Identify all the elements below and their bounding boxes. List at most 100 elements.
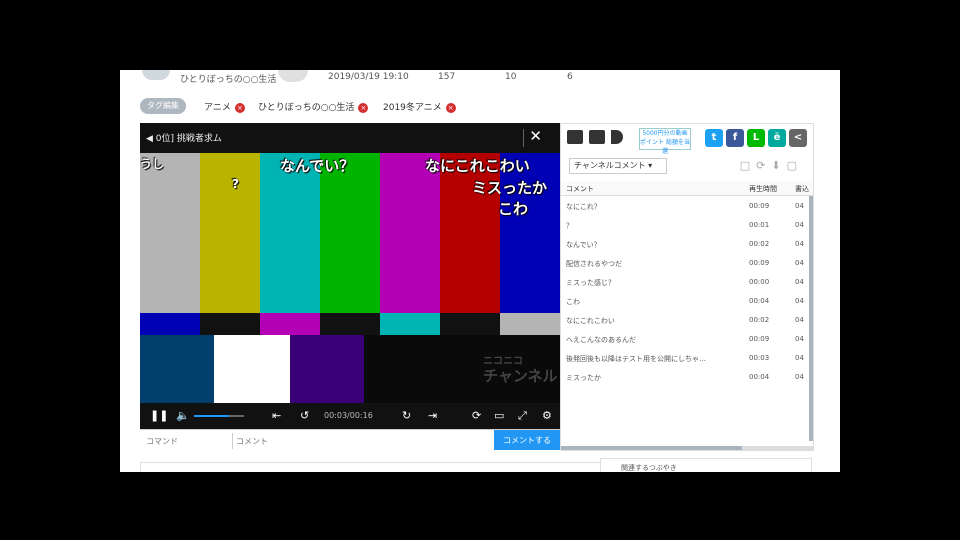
row-playback: 00:02 [749,240,770,248]
table-row[interactable]: なんでい？ 00:02 04 [561,235,813,254]
point-campaign-button[interactable]: 5000円分の動画ポイント 総額を当選 [639,128,691,155]
comment-toggle-icon[interactable]: ▭ [494,409,504,422]
tag-item[interactable]: ひとりぼっちの○○生活 × [258,100,369,113]
column-posted[interactable]: 書込 [795,184,809,194]
folder-add-icon[interactable] [589,130,605,144]
channel-avatar[interactable] [142,70,170,80]
playback-time: 00:03/00:16 [324,411,373,420]
overlay-comment: うし [140,157,165,171]
row-comment: へえこんなのあるんだ [566,336,636,344]
row-playback: 00:09 [749,202,770,210]
panel-toolbar: 5000円分の動画ポイント 総額を当選 t f L ё < [561,124,813,155]
row-posted: 04 [795,297,804,305]
comment-input[interactable] [234,433,488,449]
overlay-comment: なんでい？ [280,157,355,175]
table-row[interactable]: 後発回後も以降はテスト用を公開にしちゃ… 00:03 04 [561,349,813,368]
table-row[interactable]: ミスった感じ？ 00:00 04 [561,273,813,292]
pause-icon[interactable]: ❚❚ [150,409,168,422]
row-playback: 00:03 [749,354,770,362]
other-share-icon[interactable]: ё [768,129,786,147]
column-playback[interactable]: 再生時間 [749,184,777,194]
channel-name[interactable]: ひとりぼっちの○○生活 [180,72,276,85]
overlay-comment: こわ [498,200,529,218]
column-comment[interactable]: コメント [566,184,594,194]
overlay-comment: ミスったか [472,179,548,197]
fullscreen-icon[interactable]: ⤢ [518,409,527,423]
rewind-icon[interactable]: ↺ [300,409,309,422]
watch-page: ひとりぼっちの○○生活 2019/03/19 19:10 157 10 6 タグ… [120,70,840,472]
chat-icon[interactable]: ▢ [787,159,803,172]
video-player[interactable]: ◀ 0位] 挑戦者求ム ✕ なんでい？ ? なにこれこわい ミスったか こわ う… [140,123,560,450]
command-input[interactable] [144,433,233,449]
share-icon[interactable]: < [789,129,807,147]
send-comment-button[interactable]: コメントする [494,430,560,450]
niconico-channel-logo: ニコニコ チャンネル [483,356,558,385]
comment-list: なにこれ？ 00:09 04？ 00:01 04 なんでい？ 00:02 04 配信されるやつだ… [561,197,813,387]
row-posted: 04 [795,259,804,267]
tag-remove-icon[interactable]: × [358,102,369,113]
row-comment: なんでい？ [566,241,601,249]
twitter-icon[interactable]: t [705,129,723,147]
row-playback: 00:04 [749,373,770,381]
comment-source-select[interactable]: チャンネルコメント ▾ [569,158,667,174]
skip-end-icon[interactable]: ⇥ [428,409,437,422]
announce-icon[interactable] [611,130,623,144]
player-header: ◀ 0位] 挑戦者求ム ✕ [140,123,560,153]
folder-icon[interactable] [567,130,583,144]
related-tweets-panel: 関連するつぶやき [600,458,812,472]
mylist-count: 6 [567,72,573,82]
tag-item[interactable]: アニメ × [204,100,245,113]
comment-panel: 5000円分の動画ポイント 総額を当選 t f L ё < チャンネルコメント … [560,123,814,451]
list-icon[interactable]: □ [740,159,756,172]
row-playback: 00:00 [749,278,770,286]
close-icon[interactable]: ✕ [529,127,542,145]
download-icon[interactable]: ⬇ [771,159,786,172]
row-posted: 04 [795,373,804,381]
table-row[interactable]: ？ 00:01 04 [561,216,813,235]
table-row[interactable]: こわ 00:04 04 [561,292,813,311]
table-row[interactable]: へえこんなのあるんだ 00:09 04 [561,330,813,349]
line-icon[interactable]: L [747,129,765,147]
row-posted: 04 [795,240,804,248]
comment-scrollbar[interactable] [809,196,813,441]
tag-remove-icon[interactable]: × [445,102,456,113]
table-row[interactable]: なにこれ？ 00:09 04 [561,197,813,216]
comment-input-bar: コメントする [140,429,560,450]
video-description-area [140,462,604,472]
view-count: 157 [438,72,456,82]
table-row[interactable]: なにこれこわい 00:02 04 [561,311,813,330]
row-posted: 04 [795,221,804,229]
row-playback: 00:09 [749,335,770,343]
row-playback: 00:02 [749,316,770,324]
user-avatar[interactable] [278,70,308,82]
tag-remove-icon[interactable]: × [234,102,245,113]
posted-date: 2019/03/19 19:10 [328,72,409,82]
comment-count: 10 [505,72,517,82]
comment-hscrollbar[interactable] [561,446,813,450]
overlay-comment: ? [232,177,239,191]
comment-table-header: コメント 再生時間 書込 [561,181,813,196]
reload-icon[interactable]: ⟳ [756,159,771,172]
row-comment: 後発回後も以降はテスト用を公開にしちゃ… [566,355,706,363]
tag-edit-button[interactable]: タグ編集 [140,98,186,114]
video-meta-row: ひとりぼっちの○○生活 2019/03/19 19:10 157 10 6 [120,70,840,88]
loop-icon[interactable]: ⟳ [472,409,481,422]
facebook-icon[interactable]: f [726,129,744,147]
row-posted: 04 [795,354,804,362]
color-bars-video[interactable]: なんでい？ ? なにこれこわい ミスったか こわ うし ニコニコ チャンネル [140,153,560,403]
panel-tool-icons: □⟳⬇▢ [740,159,803,172]
settings-icon[interactable]: ⚙ [542,409,552,422]
row-comment: ？ [566,222,573,230]
row-playback: 00:01 [749,221,770,229]
volume-slider[interactable] [194,415,244,417]
table-row[interactable]: ミスったか 00:04 04 [561,368,813,387]
volume-icon[interactable]: 🔈 [176,409,190,422]
skip-start-icon[interactable]: ⇤ [272,409,281,422]
player-title[interactable]: ◀ 0位] 挑戦者求ム [146,131,222,144]
table-row[interactable]: 配信されるやつだ 00:09 04 [561,254,813,273]
row-comment: 配信されるやつだ [566,260,622,268]
forward-icon[interactable]: ↻ [402,409,411,422]
row-comment: なにこれこわい [566,317,615,325]
tag-item[interactable]: 2019冬アニメ × [383,100,456,113]
row-posted: 04 [795,316,804,324]
